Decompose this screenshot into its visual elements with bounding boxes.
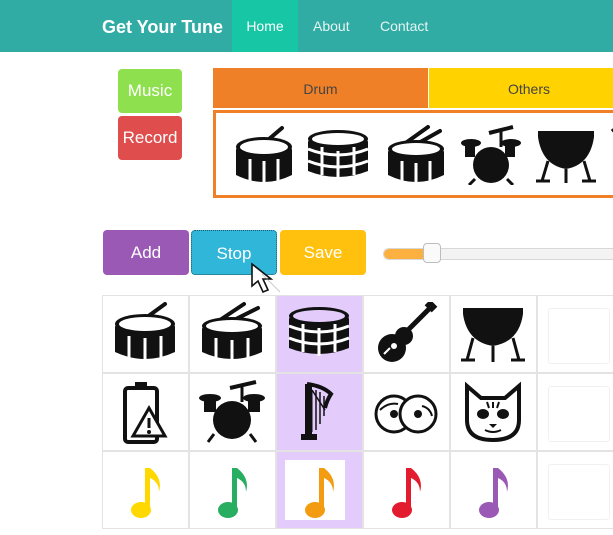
grid-cell[interactable] [276,451,363,529]
drum-kit-icon [199,380,265,443]
orange-note-icon [305,468,334,518]
tab-drum[interactable]: Drum [213,68,428,108]
mouse-cursor-icon [251,262,281,294]
red-note-icon [392,468,421,518]
grid-cell-empty[interactable] [537,451,613,529]
snare-drum-icon[interactable] [232,125,296,185]
green-note-icon [218,468,247,518]
grid-cell-empty[interactable] [537,373,613,451]
snare-drum-sticks-icon[interactable] [384,125,448,185]
cat-icon [465,381,521,443]
volume-slider-handle[interactable] [423,243,441,263]
bass-drum-icon [288,307,350,356]
record-button[interactable]: Record [118,116,182,160]
grid-cell[interactable] [189,451,276,529]
grid-cell[interactable] [102,451,189,529]
grid-cell[interactable] [450,451,537,529]
sound-grid [102,295,613,535]
nav-home[interactable]: Home [232,0,298,52]
grid-cell[interactable] [189,373,276,451]
grid-cell[interactable] [276,295,363,373]
music-button[interactable]: Music [118,69,182,113]
grid-cell[interactable] [450,295,537,373]
more-icon[interactable] [608,125,613,185]
nav-contact[interactable]: Contact [380,0,428,52]
purple-note-icon [479,468,508,518]
navbar: Get Your Tune Home About Contact [0,0,613,52]
grid-cell-empty[interactable] [537,295,613,373]
cymbals-icon [374,394,438,434]
add-button[interactable]: Add [103,230,189,275]
snare-drum-sticks-icon [202,302,262,362]
timpani-icon[interactable] [534,125,598,185]
grid-cell[interactable] [102,295,189,373]
grid-cell[interactable] [363,451,450,529]
timpani-icon [461,308,525,362]
grid-cell[interactable] [189,295,276,373]
empty-slot [548,308,610,364]
volume-slider[interactable] [383,248,613,260]
save-button[interactable]: Save [280,230,366,275]
bass-drum-icon[interactable] [306,125,370,185]
low-battery-warning-icon [123,382,168,444]
tab-others[interactable]: Others [429,68,613,108]
yellow-note-icon [131,468,160,518]
grid-cell[interactable] [102,373,189,451]
grid-cell[interactable] [450,373,537,451]
harp-icon [301,382,334,440]
guitar-icon [378,302,438,362]
nav-about[interactable]: About [313,0,350,52]
grid-cell[interactable] [363,295,450,373]
drum-kit-icon[interactable] [459,125,523,185]
grid-cell[interactable] [276,373,363,451]
empty-slot [548,386,610,442]
brand-title[interactable]: Get Your Tune [102,17,223,38]
grid-cell[interactable] [363,373,450,451]
snare-drum-icon [115,302,175,362]
drum-palette [213,110,613,198]
empty-slot [548,464,610,520]
